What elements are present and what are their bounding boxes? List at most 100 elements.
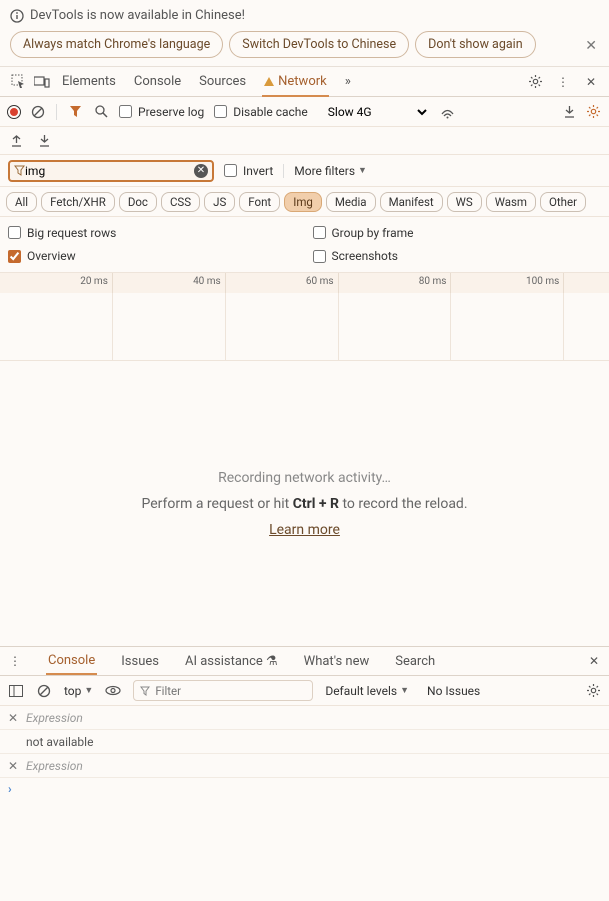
warning-icon [264,77,274,86]
live-expression-row: ✕ Expression [0,706,609,730]
levels-select[interactable]: Default levels ▼ [325,684,409,698]
drawer-close-icon[interactable]: ✕ [585,654,603,668]
remove-expr-icon[interactable]: ✕ [8,711,18,725]
expression-result-value: not available [26,735,93,749]
prompt-caret-icon: › [8,782,12,796]
filter-input-wrap[interactable]: ✕ [8,160,214,182]
drawer-tabbar: ⋮ Console Issues AI assistance ⚗ What's … [0,646,609,676]
network-toolbar2 [0,127,609,155]
banner-title: DevTools is now available in Chinese! [30,8,245,23]
console-toolbar: top ▼ Default levels ▼ No Issues [0,676,609,706]
chevron-down-icon: ▼ [358,165,367,176]
network-toolbar: Preserve log Disable cache Slow 4G [0,97,609,127]
inspect-icon[interactable] [6,70,30,94]
network-settings-icon[interactable] [585,104,601,120]
throttling-select[interactable]: Slow 4G [320,102,430,122]
search-icon[interactable] [93,104,109,120]
pill-fetch[interactable]: Fetch/XHR [41,192,115,212]
tick-label: 40 ms [193,276,221,287]
banner-close-icon[interactable]: ✕ [585,38,597,54]
pill-other[interactable]: Other [540,192,586,212]
live-expr-icon[interactable] [105,683,121,699]
console-filter-input[interactable] [155,684,306,698]
group-frame-checkbox[interactable]: Group by frame [313,226,602,240]
tick-label: 60 ms [306,276,334,287]
drawer-tab-search[interactable]: Search [393,649,437,674]
console-prompt[interactable]: › [0,778,609,800]
tick-label: 100 ms [526,276,559,287]
clear-icon[interactable] [30,104,46,120]
preserve-log-checkbox[interactable]: Preserve log [119,105,204,119]
switch-language-button[interactable]: Switch DevTools to Chinese [229,31,409,58]
empty-state: Recording network activity… Perform a re… [0,361,609,646]
settings-icon[interactable] [523,70,547,94]
main-tabbar: Elements Console Sources Network » ⋮ ✕ [0,67,609,97]
drawer-tab-console[interactable]: Console [46,648,97,675]
filter-funnel-icon [140,686,150,696]
export-icon[interactable] [8,133,24,149]
drawer-tab-ai[interactable]: AI assistance ⚗ [183,649,280,674]
pill-media[interactable]: Media [326,192,376,212]
remove-expr-icon[interactable]: ✕ [8,759,18,773]
dont-show-button[interactable]: Don't show again [415,31,536,58]
drawer-tab-issues[interactable]: Issues [119,649,161,674]
tab-network[interactable]: Network [262,68,329,97]
pill-doc[interactable]: Doc [119,192,157,212]
pill-css[interactable]: CSS [161,192,200,212]
learn-more-link[interactable]: Learn more [269,522,340,538]
overview-checkbox[interactable]: Overview [8,249,297,263]
pill-wasm[interactable]: Wasm [486,192,536,212]
filter-input[interactable] [25,164,194,178]
clear-filter-icon[interactable]: ✕ [194,164,208,178]
expression-placeholder[interactable]: Expression [26,711,83,725]
recording-hint: Perform a request or hit Ctrl + R to rec… [141,496,467,512]
drawer-tab-whatsnew[interactable]: What's new [302,649,372,674]
big-rows-checkbox[interactable]: Big request rows [8,226,297,240]
tick-label: 80 ms [419,276,447,287]
pill-all[interactable]: All [6,192,37,212]
tabs-overflow-icon[interactable]: » [343,68,353,96]
network-conditions-icon[interactable] [440,104,456,120]
live-expression-result: not available [0,730,609,754]
language-banner: DevTools is now available in Chinese! Al… [0,0,609,67]
record-button[interactable] [8,106,20,118]
type-filter-row: All Fetch/XHR Doc CSS JS Font Img Media … [0,187,609,217]
sidebar-toggle-icon[interactable] [8,683,24,699]
chevron-down-icon: ▼ [84,685,93,696]
always-match-button[interactable]: Always match Chrome's language [10,31,223,58]
drawer-more-icon[interactable]: ⋮ [6,654,24,668]
no-issues-label[interactable]: No Issues [427,684,480,698]
close-devtools-icon[interactable]: ✕ [579,70,603,94]
filter-bar: ✕ Invert More filters ▼ [0,155,609,187]
device-icon[interactable] [30,70,54,94]
invert-checkbox[interactable]: Invert [224,164,273,178]
disable-cache-checkbox[interactable]: Disable cache [214,105,308,119]
pill-ws[interactable]: WS [447,192,482,212]
console-filter[interactable] [133,680,313,701]
info-icon [10,9,24,23]
import-icon[interactable] [561,104,577,120]
filter-funnel-icon [14,165,25,176]
more-icon[interactable]: ⋮ [551,70,575,94]
tab-console[interactable]: Console [132,68,183,96]
pill-manifest[interactable]: Manifest [380,192,443,212]
chevron-down-icon: ▼ [400,685,409,696]
pill-js[interactable]: JS [204,192,235,212]
tick-label: 20 ms [80,276,108,287]
tab-elements[interactable]: Elements [60,68,118,96]
more-filters-dropdown[interactable]: More filters ▼ [294,164,367,178]
expression-placeholder[interactable]: Expression [26,759,83,773]
clear-console-icon[interactable] [36,683,52,699]
timeline-overview[interactable]: 20 ms 40 ms 60 ms 80 ms 100 ms [0,273,609,361]
flask-icon: ⚗ [266,654,278,669]
tab-sources[interactable]: Sources [197,68,248,96]
pill-font[interactable]: Font [239,192,280,212]
recording-title: Recording network activity… [218,470,391,486]
pill-img[interactable]: Img [284,192,322,212]
download-icon[interactable] [36,133,52,149]
filter-icon[interactable] [67,104,83,120]
options-row: Big request rows Overview Group by frame… [0,217,609,273]
console-settings-icon[interactable] [585,683,601,699]
context-select[interactable]: top ▼ [64,684,93,698]
screenshots-checkbox[interactable]: Screenshots [313,249,602,263]
